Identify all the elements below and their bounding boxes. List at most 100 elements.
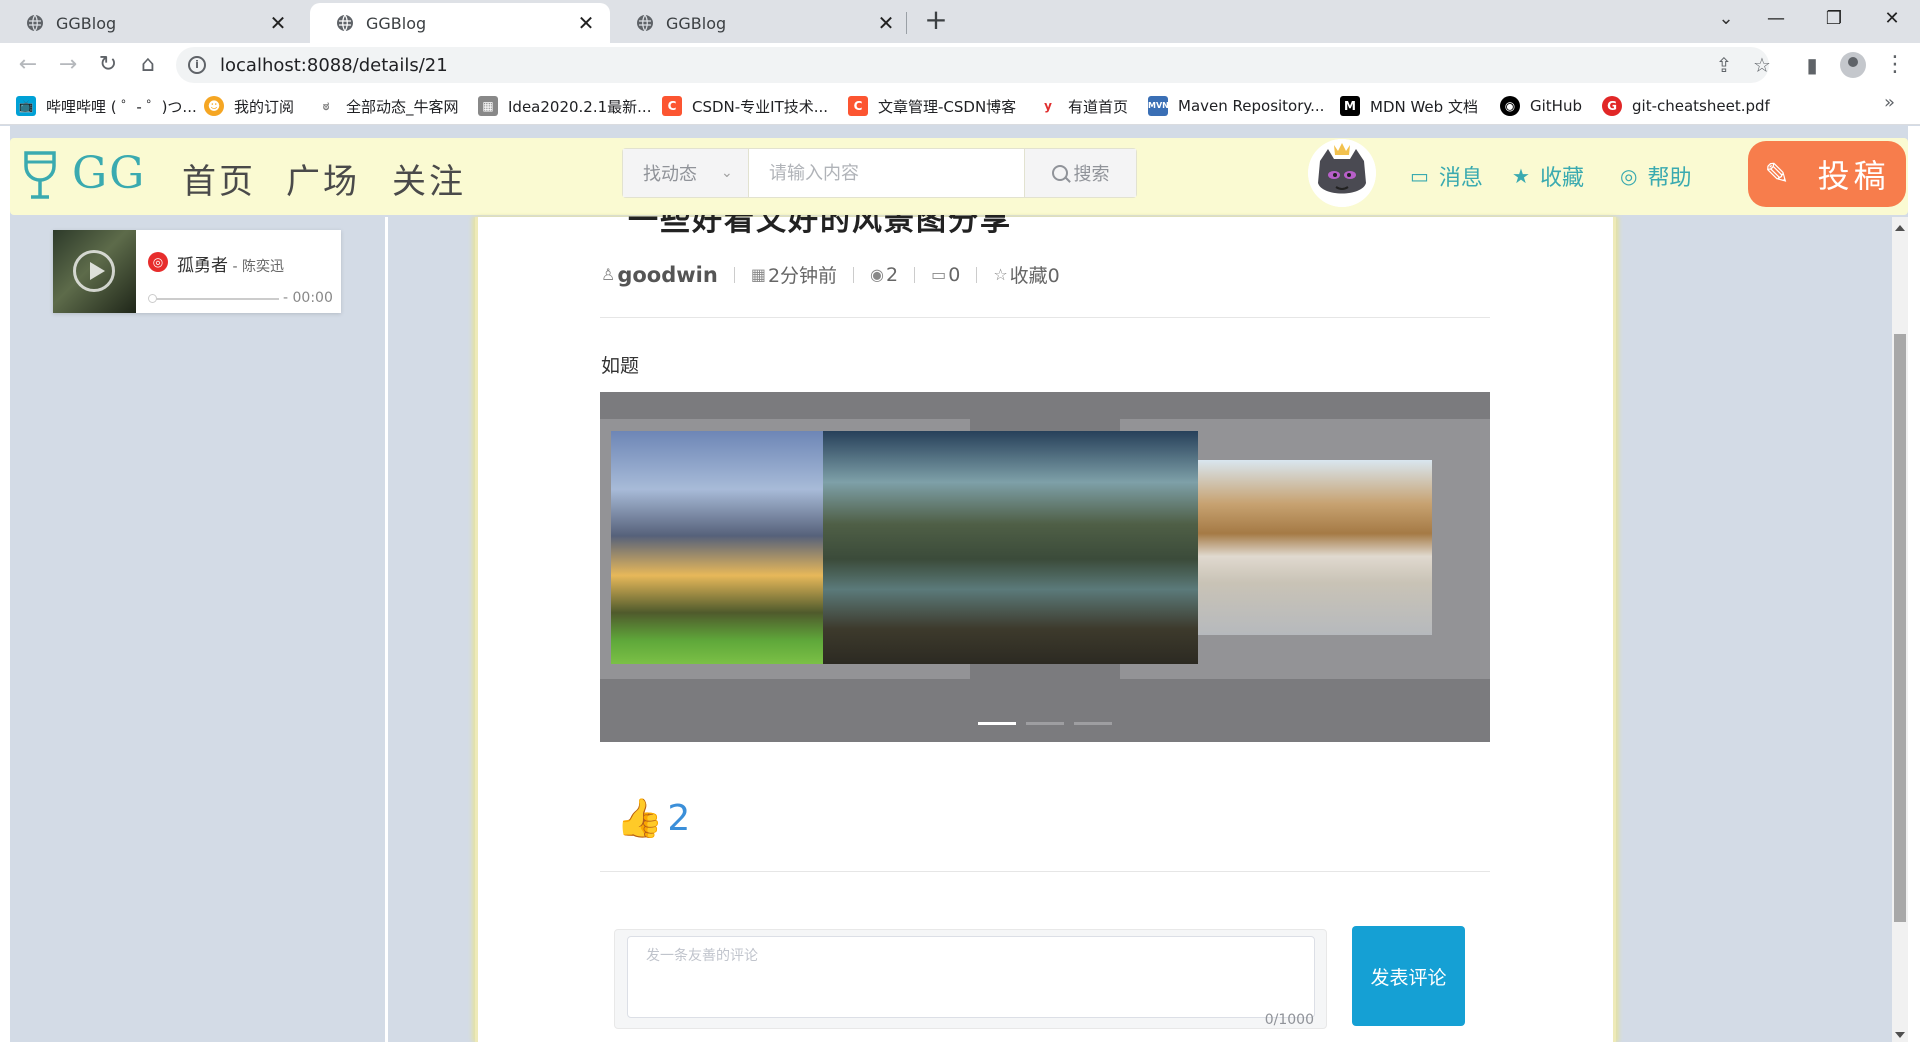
youdao-icon: y [1038,96,1058,116]
globe-icon [637,14,653,32]
bookmark-item[interactable]: C CSDN-专业IT技术... [662,93,828,119]
home-button[interactable]: ⌂ [134,51,162,79]
bookmark-label: git-cheatsheet.pdf [1632,97,1770,115]
search-button[interactable]: 搜索 [1024,149,1136,197]
tab-search-chevron-icon[interactable]: ⌄ [1706,0,1746,38]
comment-input[interactable] [627,936,1315,1018]
tab-title: GGBlog [56,13,117,33]
comment-editor: 0/1000 [614,929,1327,1029]
site-header: GG 首页 广场 关注 找动态 ⌄ 搜索 ▭ 消 [10,138,1908,215]
thumbs-up-icon[interactable]: 👍 [616,797,663,839]
progress-track[interactable] [151,298,279,300]
header-help-link[interactable]: ◎ 帮助 [1620,160,1691,192]
message-icon: ▭ [1410,164,1429,188]
reload-button[interactable]: ↻ [94,51,122,79]
nav-square[interactable]: 广场 [286,154,360,203]
bookmark-label: Maven Repository... [1178,97,1325,115]
bookmark-item[interactable]: y 有道首页 [1038,93,1128,119]
close-icon[interactable]: ✕ [268,11,288,35]
star-outline-icon[interactable]: ☆ [993,265,1007,284]
progress-handle[interactable] [148,294,157,303]
address-bar[interactable]: i localhost:8088/details/21 [176,47,1769,83]
url-text[interactable]: localhost:8088/details/21 [220,55,448,76]
eye-icon: ◉ [870,265,884,284]
new-tab-button[interactable]: + [922,6,950,34]
netease-music-icon: ◎ [148,252,168,272]
submit-post-button[interactable]: ✎ 投稿 [1748,141,1906,207]
site-logo[interactable]: GG [72,148,146,199]
carousel-slide-image[interactable] [611,431,823,664]
carousel-indicator[interactable] [1026,722,1064,725]
post-comment-button[interactable]: 发表评论 [1352,926,1465,1026]
user-icon: ♙ [601,265,616,284]
meta-separator [853,266,855,283]
minimize-button[interactable]: — [1748,0,1804,38]
forward-button[interactable]: → [54,51,82,79]
image-carousel[interactable] [600,392,1490,742]
page-scrollbar[interactable] [1892,217,1908,1042]
scroll-up-arrow-icon[interactable] [1895,225,1905,231]
menu-kebab-icon[interactable]: ⋮ [1884,51,1906,79]
user-avatar[interactable] [1308,139,1376,207]
article-time: 2分钟前 [767,265,838,287]
search-type-label: 找动态 [643,164,697,185]
search-input[interactable] [749,149,1024,197]
share-icon[interactable]: ⇪ [1710,51,1738,79]
comment-word-count: 0/1000 [1264,1012,1314,1028]
song-artist: - 陈奕迅 [228,259,284,275]
search-bar: 找动态 ⌄ 搜索 [622,148,1137,198]
bookmark-item[interactable]: MVN Maven Repository... [1148,93,1324,119]
like-widget[interactable]: 👍 2 [616,797,690,839]
bookmark-label: 全部动态_牛客网 [346,97,459,116]
tab-title: GGBlog [366,13,427,33]
browser-toolbar: ← → ↻ ⌂ i localhost:8088/details/21 ⇪ ☆ … [0,43,1920,87]
bookmark-item[interactable]: 📺 哔哩哔哩 ( ゜- ゜)つ... [16,93,197,119]
site-info-icon[interactable]: i [188,56,206,74]
header-link-label: 消息 [1438,166,1483,191]
song-title: 孤勇者 [177,256,228,276]
back-button[interactable]: ← [14,51,42,79]
chevron-down-icon: ⌄ [721,165,733,181]
profile-avatar-icon[interactable] [1840,52,1866,78]
nav-follow[interactable]: 关注 [392,154,466,203]
github-icon: ◉ [1500,96,1520,116]
side-panel-icon[interactable]: ▮ [1798,51,1826,79]
window-close-button[interactable]: ✕ [1864,0,1920,38]
browser-tab[interactable]: GGBlog ✕ [610,3,910,43]
carousel-slide-image[interactable] [823,431,1198,664]
divider [600,871,1490,872]
bookmark-label: 文章管理-CSDN博客 [878,97,1017,116]
tab-title: GGBlog [666,13,727,33]
header-messages-link[interactable]: ▭ 消息 [1410,160,1483,192]
article-favorites[interactable]: 收藏0 [1010,261,1060,288]
carousel-indicator-active[interactable] [978,722,1016,725]
bookmark-label: MDN Web 文档 [1370,97,1478,116]
browser-tab-active[interactable]: GGBlog ✕ [310,3,610,43]
bookmark-star-icon[interactable]: ☆ [1748,51,1776,79]
bookmark-item[interactable]: C 文章管理-CSDN博客 [848,93,1016,119]
bookmark-item[interactable]: M MDN Web 文档 [1340,93,1478,119]
scroll-down-arrow-icon[interactable] [1895,1032,1905,1038]
globe-icon [337,14,353,32]
carousel-slide-image[interactable] [1198,460,1432,635]
wine-glass-logo-icon[interactable] [22,150,58,200]
close-icon[interactable]: ✕ [576,11,596,35]
bookmark-item[interactable]: G git-cheatsheet.pdf [1602,93,1770,119]
bookmark-item[interactable]: ಠ 全部动态_牛客网 [316,93,459,119]
browser-tab[interactable]: GGBlog ✕ [0,3,302,43]
header-favorites-link[interactable]: ★ 收藏 [1512,160,1584,192]
restore-button[interactable]: ❐ [1806,0,1862,38]
bookmark-item[interactable]: ▦ Idea2020.2.1最新... [478,93,651,119]
bookmark-item[interactable]: ☻ 我的订阅 [204,93,294,119]
star-icon: ★ [1512,164,1530,188]
search-type-select[interactable]: 找动态 ⌄ [623,149,749,197]
carousel-indicator[interactable] [1074,722,1112,725]
nav-home[interactable]: 首页 [182,154,256,203]
bookmark-label: 哔哩哔哩 ( ゜- ゜)つ... [46,97,197,116]
bookmarks-overflow-icon[interactable]: » [1884,92,1895,113]
play-icon[interactable] [73,250,115,292]
article-author[interactable]: goodwin [617,263,717,287]
bookmark-item[interactable]: ◉ GitHub [1500,93,1582,119]
close-icon[interactable]: ✕ [876,11,896,35]
scrollbar-thumb[interactable] [1894,334,1906,922]
